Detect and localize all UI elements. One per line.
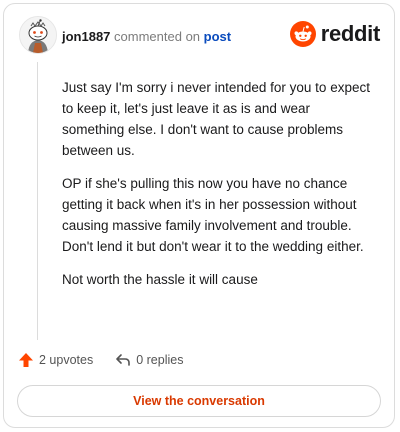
avatar[interactable]: [19, 16, 57, 54]
comment-card: jon1887 commented on post reddit Just sa…: [3, 3, 395, 428]
reply-arrow-icon: [116, 354, 131, 366]
upvote-action[interactable]: 2 upvotes: [18, 352, 93, 368]
commented-on-text: commented on: [114, 29, 201, 44]
view-conversation-button[interactable]: View the conversation: [17, 385, 381, 417]
comment-actions: 2 upvotes 0 replies: [18, 349, 205, 371]
reddit-logo[interactable]: reddit: [289, 21, 381, 47]
view-conversation-label: View the conversation: [133, 394, 265, 408]
reddit-wordmark: reddit: [320, 21, 381, 46]
upvote-arrow-icon: [19, 353, 33, 367]
comment-paragraph: Not worth the hassle it will cause: [62, 272, 258, 287]
comment-body: Just say I'm sorry i never intended for …: [62, 77, 374, 302]
reply-action[interactable]: 0 replies: [115, 352, 183, 368]
comment-meta: jon1887 commented on post: [62, 29, 231, 44]
username-link[interactable]: jon1887: [62, 29, 110, 44]
snoo-avatar-icon: [20, 17, 56, 53]
comment-header: jon1887 commented on post reddit: [19, 16, 382, 56]
upvote-count: 2 upvotes: [39, 353, 94, 367]
comment-paragraph: Just say I'm sorry i never intended for …: [62, 80, 370, 158]
reddit-logo-icon: [289, 21, 316, 47]
reply-count: 0 replies: [136, 353, 184, 367]
comment-paragraph: OP if she's pulling this now you have no…: [62, 176, 364, 254]
post-link[interactable]: post: [204, 29, 231, 44]
thread-line: [37, 62, 38, 340]
